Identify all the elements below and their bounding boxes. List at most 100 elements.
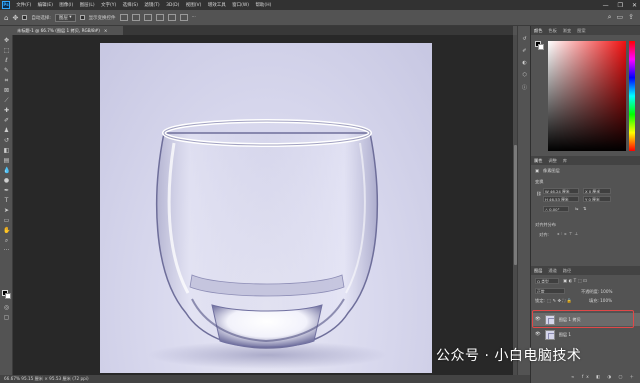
- dodge-tool-icon[interactable]: ●: [3, 178, 10, 184]
- layer-select-dropdown[interactable]: 图层 ▾: [54, 13, 76, 22]
- align-center-icon[interactable]: [131, 14, 140, 21]
- path-select-tool-icon[interactable]: ➤: [3, 208, 10, 214]
- screen-mode-icon[interactable]: ▢: [3, 315, 10, 321]
- transform-title[interactable]: 变换: [535, 179, 543, 185]
- menu-edit[interactable]: 编辑(E): [34, 2, 56, 8]
- share-icon[interactable]: ⇪: [628, 13, 634, 22]
- photoshop-logo-icon[interactable]: Ps: [2, 1, 10, 9]
- tab-layers[interactable]: 图层: [534, 268, 542, 274]
- move-tool-icon[interactable]: ✥: [3, 38, 10, 44]
- transform-height-field[interactable]: H 46.53 厘米: [543, 196, 579, 202]
- tab-adjustments[interactable]: 调整: [548, 158, 556, 164]
- tab-channels[interactable]: 通道: [548, 268, 556, 274]
- flip-vertical-icon[interactable]: ⇅: [583, 206, 587, 211]
- auto-select-checkbox[interactable]: [22, 15, 28, 20]
- search-icon[interactable]: ⌕: [608, 13, 612, 22]
- menu-type[interactable]: 文字(Y): [98, 2, 120, 8]
- tab-paths[interactable]: 路径: [563, 268, 571, 274]
- align-top-icon[interactable]: [155, 14, 164, 21]
- history-brush-tool-icon[interactable]: ↺: [3, 138, 10, 144]
- tab-gradients[interactable]: 渐变: [563, 28, 571, 34]
- zoom-tool-icon[interactable]: ⌕: [3, 238, 10, 244]
- menu-plugins[interactable]: 增效工具: [205, 2, 229, 8]
- align-right-icon[interactable]: [143, 14, 152, 21]
- layer-filter-icons[interactable]: ▣◐T⬚⊡: [563, 278, 588, 283]
- flip-horizontal-icon[interactable]: ⇋: [575, 206, 579, 211]
- adjustments-panel-icon[interactable]: ◐: [521, 60, 528, 66]
- menu-file[interactable]: 文件(F): [13, 2, 34, 8]
- align-left-icon[interactable]: [119, 14, 128, 21]
- gradient-tool-icon[interactable]: ▤: [3, 158, 10, 164]
- menu-help[interactable]: 帮助(H): [252, 2, 274, 8]
- menu-window[interactable]: 窗口(W): [229, 2, 252, 8]
- show-transform-checkbox[interactable]: [79, 15, 85, 20]
- fill-field[interactable]: 填充: 100%: [589, 298, 612, 304]
- info-panel-icon[interactable]: ⓘ: [521, 84, 528, 91]
- eyedropper-tool-icon[interactable]: ⟋: [3, 98, 10, 104]
- opacity-field[interactable]: 不透明度: 100%: [581, 289, 612, 295]
- styles-panel-icon[interactable]: ⬡: [521, 72, 528, 78]
- restore-button[interactable]: ❐: [618, 2, 623, 9]
- healing-brush-tool-icon[interactable]: ✚: [3, 108, 10, 114]
- marquee-tool-icon[interactable]: ⬚: [3, 48, 10, 54]
- blur-tool-icon[interactable]: 💧: [3, 168, 10, 174]
- history-panel-icon[interactable]: ↺: [521, 36, 528, 42]
- layer-row[interactable]: 👁 图层 1: [532, 328, 640, 341]
- document-canvas[interactable]: [100, 43, 432, 373]
- layer-name[interactable]: 图层 1: [559, 332, 571, 338]
- menu-select[interactable]: 选择(S): [119, 2, 141, 8]
- more-options-icon[interactable]: ···: [192, 15, 196, 20]
- canvas-workspace[interactable]: [13, 35, 513, 375]
- stamp-tool-icon[interactable]: ♟: [3, 128, 10, 134]
- color-picker-field[interactable]: [548, 41, 626, 151]
- panel-background-swatch[interactable]: [538, 44, 544, 50]
- transform-y-field[interactable]: Y 0 厘米: [583, 196, 611, 202]
- align-middle-icon[interactable]: [167, 14, 176, 21]
- home-icon[interactable]: ⌂: [4, 14, 8, 22]
- background-color-swatch[interactable]: [5, 293, 11, 299]
- minimize-button[interactable]: —: [603, 2, 609, 9]
- close-button[interactable]: ✕: [632, 2, 637, 9]
- move-tool-icon[interactable]: ✥: [12, 14, 18, 22]
- tab-swatches[interactable]: 色板: [548, 28, 556, 34]
- brush-panel-icon[interactable]: ✐: [521, 48, 528, 54]
- blend-mode-dropdown[interactable]: 正常: [535, 288, 565, 294]
- close-tab-icon[interactable]: ×: [104, 28, 108, 33]
- menu-layer[interactable]: 图层(L): [76, 2, 97, 8]
- glass-image: [148, 119, 388, 369]
- menu-view[interactable]: 视图(V): [183, 2, 205, 8]
- transform-angle-field[interactable]: △ 0.00°: [543, 206, 569, 212]
- document-tab[interactable]: 未标题-1 @ 66.7% (图层 1 拷贝, RGB/8#) ×: [13, 26, 123, 35]
- pen-tool-icon[interactable]: ✒: [3, 188, 10, 194]
- transform-width-field[interactable]: W 46.24 厘米: [543, 188, 579, 194]
- shape-tool-icon[interactable]: ▭: [3, 218, 10, 224]
- hand-tool-icon[interactable]: ✋: [3, 228, 10, 234]
- layer-footer-icons[interactable]: ∞ fx ◧ ◑ ▢ ＋ 🗑: [571, 374, 640, 380]
- type-tool-icon[interactable]: T: [3, 198, 10, 204]
- crop-tool-icon[interactable]: ⌗: [3, 78, 10, 84]
- menu-image[interactable]: 图像(I): [56, 2, 76, 8]
- tab-properties[interactable]: 属性: [534, 158, 542, 164]
- layer-filter-dropdown[interactable]: Q 类型: [535, 278, 559, 284]
- eye-icon[interactable]: 👁: [535, 332, 541, 337]
- hue-slider[interactable]: [629, 41, 635, 151]
- workspace-icon[interactable]: ▭: [617, 13, 624, 22]
- tab-patterns[interactable]: 图案: [577, 28, 585, 34]
- frame-tool-icon[interactable]: ⊠: [3, 88, 10, 94]
- brush-tool-icon[interactable]: ✐: [3, 118, 10, 124]
- eraser-tool-icon[interactable]: ◧: [3, 148, 10, 154]
- quick-mask-icon[interactable]: ◎: [3, 305, 10, 311]
- more-tools-icon[interactable]: ···: [3, 248, 10, 254]
- link-icon[interactable]: ⛓: [536, 191, 541, 197]
- align-bottom-icon[interactable]: [179, 14, 188, 21]
- lock-icons[interactable]: ⬚✎✥⛶🔒: [547, 298, 574, 304]
- tab-color[interactable]: 颜色: [534, 28, 542, 34]
- align-section-title[interactable]: 对齐并分布: [535, 222, 556, 228]
- menu-filter[interactable]: 滤镜(T): [141, 2, 163, 8]
- menu-3d[interactable]: 3D(D): [163, 3, 183, 8]
- align-buttons-icon[interactable]: ⫷⫶⫸⊤⊥: [557, 231, 580, 236]
- lasso-tool-icon[interactable]: ℓ: [3, 58, 10, 64]
- quick-select-tool-icon[interactable]: ✎: [3, 68, 10, 74]
- transform-x-field[interactable]: X 0 厘米: [583, 188, 611, 194]
- tab-libraries[interactable]: 库: [563, 158, 567, 164]
